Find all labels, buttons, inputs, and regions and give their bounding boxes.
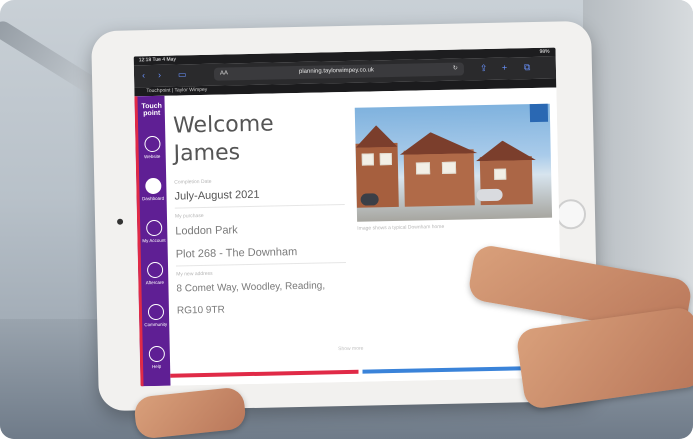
sidebar: Touch point Website Dashboard My Account [134, 95, 171, 387]
sidebar-item-label: Help [151, 363, 162, 370]
battery-percentage: 98% [539, 48, 550, 55]
account-icon [145, 219, 162, 237]
show-more-link[interactable]: Show more [140, 341, 562, 356]
window [379, 153, 392, 166]
sidebar-item-community[interactable]: Community [142, 303, 169, 328]
roof-left [355, 125, 397, 148]
dashboard-icon [144, 177, 161, 195]
purchase-label: My purchase [174, 212, 204, 220]
sidebar-item-website[interactable]: Website [138, 135, 165, 160]
address-line-1: 8 Comet Way, Woodley, Reading, [176, 280, 326, 295]
plot-name: Plot 268 - The Downham [175, 246, 298, 261]
website-icon [143, 135, 161, 153]
car [476, 188, 503, 202]
tablet-home-button[interactable] [555, 198, 587, 230]
url-bar[interactable]: AA planning.taylorwimpey.co.uk ↻ [213, 62, 465, 81]
share-icon[interactable]: ⇪ [480, 63, 488, 74]
new-tab-icon[interactable]: + [502, 63, 507, 73]
roof-middle [399, 131, 477, 155]
forward-icon[interactable]: › [158, 70, 161, 80]
window [441, 161, 457, 174]
new-address-label: My new address [176, 270, 213, 278]
welcome-heading: Welcome [172, 111, 274, 139]
touchpoint-logo: Touch point [139, 103, 165, 118]
tabs-overview-icon[interactable]: ⧉ [524, 62, 531, 73]
sidebar-item-label: Aftercare [145, 279, 165, 286]
back-icon[interactable]: ‹ [142, 70, 145, 80]
page-content: Touch point Website Dashboard My Account [134, 87, 563, 387]
address-line-2: RG10 9TR [176, 304, 225, 317]
url-text[interactable]: planning.taylorwimpey.co.uk [299, 64, 374, 79]
image-badge [529, 103, 549, 123]
window [415, 162, 431, 175]
house-image [354, 103, 553, 222]
welcome-name: James [173, 140, 241, 167]
image-caption: Image shows a typical Downham home [357, 223, 445, 232]
sidebar-item-dashboard[interactable]: Dashboard [139, 177, 166, 202]
roof-right [475, 140, 535, 161]
car [360, 193, 379, 206]
window [494, 168, 507, 180]
completion-date-label: Completion Date [174, 178, 212, 186]
house-middle [403, 149, 475, 207]
tablet-screen: 12:18 Tue 4 May 98% ‹ › ▭ AA planning.ta… [133, 47, 563, 387]
sidebar-item-aftercare[interactable]: Aftercare [141, 261, 168, 286]
tablet-camera [117, 218, 124, 225]
sidebar-item-label: Website [144, 153, 161, 160]
bookmarks-icon[interactable]: ▭ [178, 69, 187, 80]
divider [176, 261, 346, 267]
community-icon [147, 303, 164, 321]
bottom-accent-strip [170, 365, 563, 378]
completion-date-value: July-August 2021 [174, 188, 260, 203]
status-time: 12:18 Tue 4 May [138, 56, 176, 64]
sidebar-item-my-account[interactable]: My Account [140, 219, 167, 244]
sidebar-item-label: Community [144, 321, 168, 328]
divider [174, 204, 345, 209]
sidebar-item-label: Dashboard [142, 195, 165, 202]
sidebar-item-label: My Account [142, 237, 166, 244]
aftercare-icon [146, 261, 163, 279]
tab-title[interactable]: Touchpoint | Taylor Wimpey [146, 87, 207, 94]
reload-icon[interactable]: ↻ [453, 63, 458, 76]
logo-line-2: point [143, 109, 161, 118]
reader-text-size-button[interactable]: AA [220, 67, 228, 80]
photo-scene: 12:18 Tue 4 May 98% ‹ › ▭ AA planning.ta… [0, 0, 693, 439]
window [361, 153, 374, 166]
development-name: Loddon Park [175, 224, 238, 238]
